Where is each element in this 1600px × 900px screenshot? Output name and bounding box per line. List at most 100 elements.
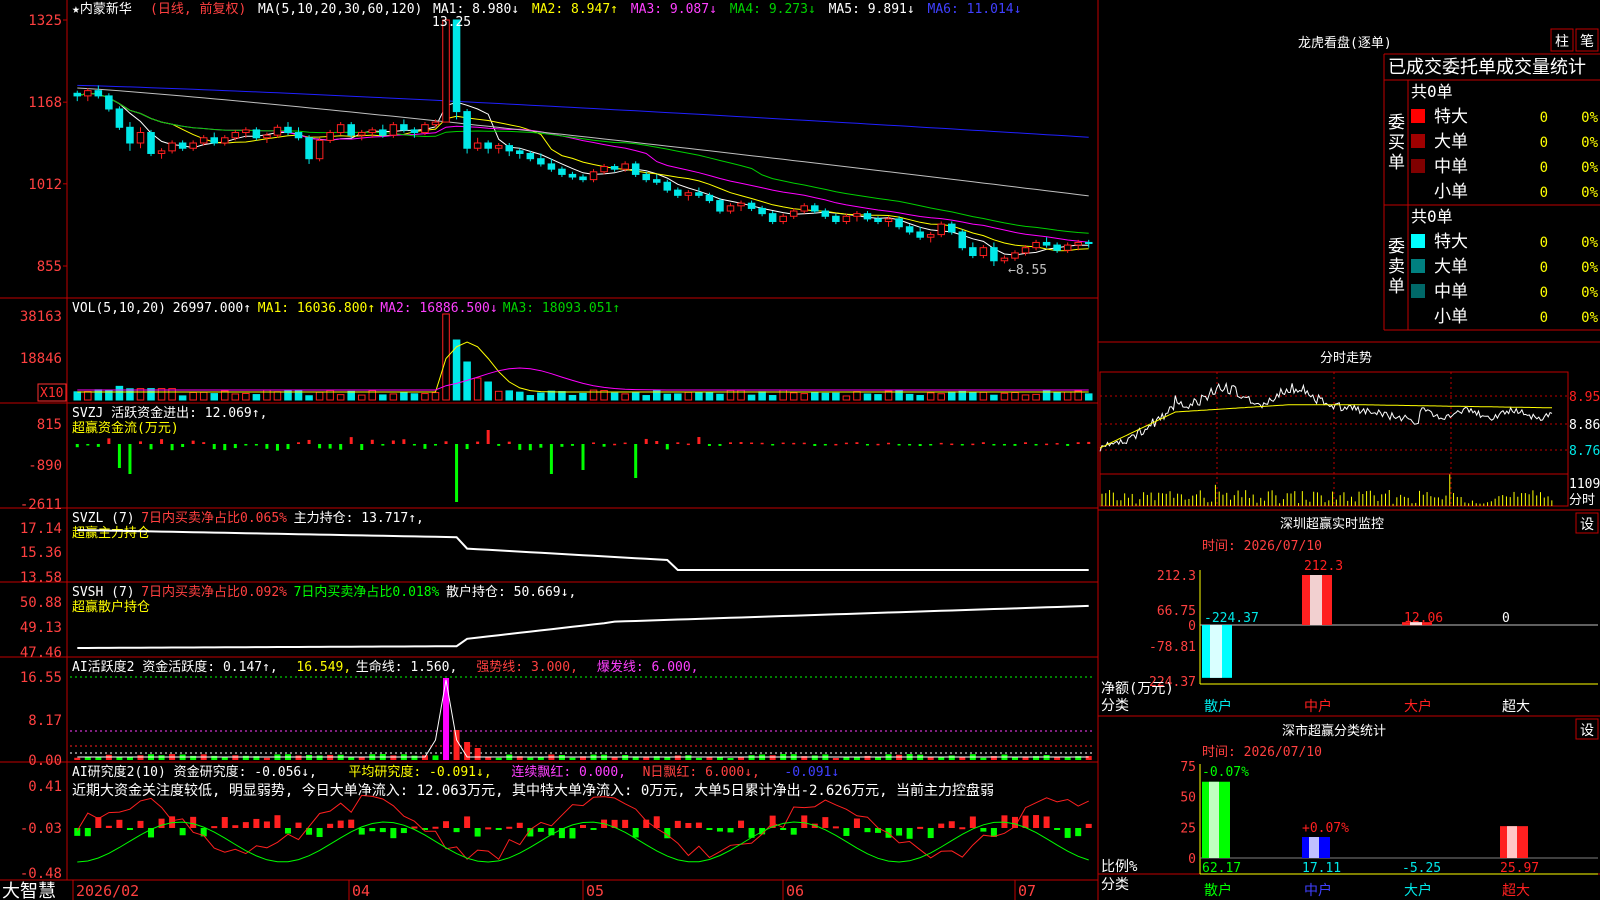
candle-body (610, 166, 619, 170)
fund-flow-bar (507, 441, 511, 444)
candle-body (979, 247, 988, 257)
panel-y-tick: 815 (37, 417, 62, 433)
panel-y-tick: -2611 (20, 497, 62, 513)
research-bar (590, 828, 597, 830)
ma-value-4: MA4: 9.273↓ (730, 2, 816, 17)
volume-bar (821, 392, 830, 401)
candle-body (252, 129, 261, 139)
moving-average-lines (77, 84, 1089, 256)
period-tag[interactable]: (日线, 前复权) (150, 1, 246, 17)
monitor-title: 深圳超赢实时监控 (1280, 516, 1384, 532)
buy-side-char: 委 (1388, 113, 1405, 133)
date-label: 07 (1018, 882, 1036, 900)
fund-flow-bar (792, 442, 796, 445)
research-bar (211, 826, 218, 829)
monitor-time: 时间: 2026/07/10 (1202, 539, 1322, 554)
fund-flow-bar (823, 444, 827, 446)
candle-body (410, 129, 419, 134)
fund-flow-bar (813, 444, 817, 446)
panel-title: VOL(5,10,20) (72, 301, 166, 316)
volume-bar (73, 391, 82, 401)
ma-value-2: MA2: 8.947↑ (532, 2, 618, 17)
candle-body (315, 139, 324, 160)
research-bar (337, 820, 344, 828)
candle-body (884, 218, 893, 223)
monitor-bar-highlight (1210, 625, 1222, 678)
activity-bar (1011, 757, 1018, 760)
candle-body (832, 215, 840, 223)
fund-flow-bar (865, 444, 869, 446)
volume-bar (705, 392, 714, 401)
volume-bar (115, 385, 124, 401)
volume-bar (357, 394, 366, 401)
panel-item: 7日内买卖净占比0.092% (141, 584, 287, 600)
candle-body (357, 132, 366, 136)
activity-bar (716, 757, 723, 760)
research-bar (948, 821, 955, 828)
research-bar (569, 828, 576, 839)
classify-ylabel: 比例% (1101, 859, 1138, 875)
candle-body (768, 213, 777, 223)
volume-bar (516, 391, 524, 401)
order-row-count: 0 (1540, 185, 1548, 201)
fund-flow-bar (244, 444, 248, 446)
volume-bar (347, 390, 355, 401)
fund-flow-bar (107, 438, 111, 444)
order-row-count: 0 (1540, 310, 1548, 326)
order-row-pct: 0% (1581, 285, 1598, 301)
brand-label: 大智慧 (2, 881, 56, 900)
monitor-y-tick: 0 (1188, 619, 1196, 634)
order-row-count: 0 (1540, 110, 1548, 126)
volume-bar (410, 393, 419, 401)
date-axis: 2026/02 04 05 06 07 (72, 880, 1036, 900)
research-bar (506, 826, 513, 829)
main-header: ★内蒙新华 (日线, 前复权) MA(5,10,20,30,60,120) MA… (72, 1, 1047, 278)
order-color-swatch (1411, 134, 1425, 148)
volume-bar (874, 394, 882, 401)
candlesticks (73, 19, 1093, 266)
volume-bar (905, 393, 914, 401)
candle-body (631, 163, 640, 175)
research-bar (727, 828, 734, 833)
research-bar (1043, 816, 1050, 828)
buy-side-label: 委买单 (1388, 113, 1405, 173)
panel-item: 7日内买卖净占比0.018% (294, 584, 440, 600)
activity-bar (832, 757, 839, 760)
panel-item: -0.091↓ (784, 765, 839, 780)
candle-body (990, 247, 998, 262)
research-bar (1033, 815, 1040, 828)
research-bar (980, 828, 987, 832)
candle-body (895, 218, 903, 228)
fund-flow-bar (233, 444, 237, 449)
candle-body (642, 173, 650, 181)
fund-flow-bar (160, 439, 164, 444)
classify-category: 散户 (1204, 882, 1232, 899)
order-row-name: 中单 (1434, 282, 1468, 302)
fund-flow-bar (676, 442, 680, 444)
candle-body (684, 192, 693, 196)
candle-body (674, 189, 682, 196)
ma-line-2 (77, 92, 1089, 252)
low-label: ←8.55 (1008, 263, 1047, 278)
intraday-price-line (1099, 381, 1553, 452)
stock-title[interactable]: ★内蒙新华 (72, 1, 132, 17)
activity-bar (137, 755, 144, 760)
panel-title: SVSH (7) (72, 585, 135, 600)
research-bar (179, 828, 186, 836)
volume-bar (1063, 391, 1072, 401)
panel-subtitle: 超赢资金流(万元) (72, 420, 179, 436)
candle-body (336, 124, 345, 134)
monitor-bar-value: 12.06 (1404, 611, 1443, 626)
candle-body (969, 247, 977, 257)
candle-body (347, 124, 355, 136)
intraday-vol-max: 1109 (1569, 477, 1600, 492)
fund-flow-bar (465, 444, 469, 450)
activity-bar (158, 755, 165, 760)
panel-y-tick: 0.41 (28, 779, 62, 795)
candle-body (579, 176, 587, 181)
candle-body (273, 126, 282, 136)
volume-bar (695, 391, 703, 401)
dragon-panel: 龙虎看盘(逐单) 柱 笔 已成交委托单成交量统计 共0单 共0单 委买单 委卖单… (1298, 28, 1599, 327)
monitor-bar-value: 0 (1502, 611, 1510, 626)
monitor-category: 散户 (1204, 698, 1232, 715)
